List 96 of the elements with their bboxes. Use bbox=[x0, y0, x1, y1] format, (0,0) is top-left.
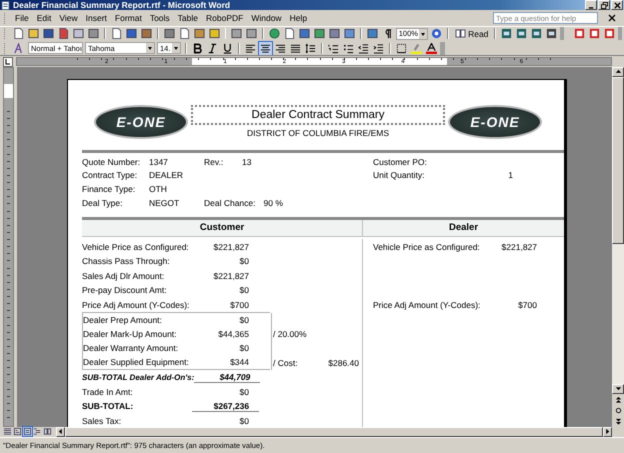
row-value: $221,827 bbox=[212, 270, 249, 281]
vertical-scrollbar[interactable] bbox=[612, 66, 624, 427]
align-center-icon[interactable] bbox=[259, 42, 272, 55]
row-value: $0 bbox=[238, 342, 250, 356]
field-label: Finance Type: bbox=[82, 184, 136, 194]
field-label: Rev.: bbox=[204, 156, 224, 167]
font-color-icon[interactable] bbox=[425, 42, 438, 55]
row-value: $44,365 bbox=[217, 328, 250, 341]
reading-view-icon[interactable] bbox=[43, 427, 52, 436]
menu-item[interactable]: Table bbox=[174, 13, 202, 24]
increase-indent-icon[interactable] bbox=[372, 42, 385, 55]
caret-icon bbox=[419, 28, 428, 39]
row-value: $0 bbox=[238, 256, 249, 266]
document-subtitle: DISTRICT OF COLUMBIA FIRE/EMS bbox=[247, 128, 389, 138]
menu-item[interactable]: Help bbox=[286, 13, 312, 24]
outline-view-icon[interactable] bbox=[33, 427, 42, 436]
close-button[interactable] bbox=[611, 0, 623, 10]
field-label: Customer PO: bbox=[373, 156, 427, 167]
row-value: $0 bbox=[238, 416, 249, 426]
row-note: / Cost: bbox=[273, 358, 298, 368]
field-label: Deal Type: bbox=[82, 198, 124, 208]
select-browse-object-icon[interactable] bbox=[614, 406, 622, 414]
row-value: $221,827 bbox=[502, 242, 537, 252]
caret-icon bbox=[172, 43, 180, 54]
web-view-icon[interactable] bbox=[13, 427, 22, 436]
logo: E-ONE bbox=[94, 104, 188, 139]
field-value: 13 bbox=[242, 156, 252, 167]
field-label: Contract Type: bbox=[82, 170, 138, 180]
row-value: $267,236 bbox=[192, 400, 260, 412]
row-label: Vehicle Price as Configured: bbox=[373, 242, 480, 252]
field-label: Quote Number: bbox=[82, 156, 142, 167]
horizontal-scrollbar[interactable] bbox=[56, 426, 612, 437]
caret-icon bbox=[146, 43, 154, 54]
restore-button[interactable] bbox=[598, 0, 610, 10]
row-value: $700 bbox=[229, 300, 249, 310]
read-button[interactable]: Read bbox=[453, 28, 490, 39]
menu-item[interactable]: RoboPDF bbox=[202, 13, 248, 24]
line-spacing-icon[interactable] bbox=[304, 42, 317, 55]
document-title: Dealer Contract Summary bbox=[191, 105, 445, 126]
menu-item[interactable]: Window bbox=[247, 13, 286, 24]
row-label: SUB-TOTAL Dealer Add-On's: bbox=[82, 372, 194, 382]
row-label: Chassis Pass Through: bbox=[82, 256, 171, 266]
row-label: Pre-pay Discount Amt: bbox=[82, 285, 168, 296]
row-label: SUB-TOTAL: bbox=[82, 401, 134, 412]
menu-item[interactable]: Edit bbox=[32, 13, 56, 24]
border-icon[interactable] bbox=[395, 42, 408, 55]
field-value: 90 % bbox=[264, 198, 283, 208]
row-value: $700 bbox=[518, 300, 537, 310]
previous-page-icon[interactable] bbox=[614, 396, 622, 403]
column-header: Customer bbox=[82, 220, 363, 236]
row-value: $286.40 bbox=[328, 358, 359, 368]
row-label: Sales Tax: bbox=[82, 416, 122, 426]
menu-item[interactable]: Tools bbox=[146, 13, 174, 24]
document-icon[interactable] bbox=[283, 27, 296, 40]
menu-item[interactable]: View bbox=[55, 13, 82, 24]
logo: E-ONE bbox=[448, 104, 542, 139]
row-label: Trade In Amt: bbox=[82, 386, 134, 397]
row-label: Sales Adj Dlr Amount: bbox=[82, 270, 166, 281]
italic-icon[interactable] bbox=[206, 42, 219, 55]
bold-icon[interactable] bbox=[191, 42, 204, 55]
row-value: $44,709 bbox=[194, 372, 260, 383]
window-title: Dealer Financial Summary Report.rtf - Microsoft Word bbox=[13, 0, 230, 10]
scroll-up-icon[interactable] bbox=[614, 68, 622, 76]
row-note: / 20.00% bbox=[273, 328, 307, 339]
help-icon[interactable] bbox=[430, 27, 444, 40]
row-value: $0 bbox=[238, 285, 249, 296]
new-document-icon[interactable] bbox=[12, 27, 26, 40]
scroll-down-icon[interactable] bbox=[614, 385, 622, 392]
field-label: Unit Quantity: bbox=[373, 170, 424, 180]
underline-icon[interactable] bbox=[221, 42, 234, 55]
row-value: $344 bbox=[202, 355, 270, 370]
field-value: NEGOT bbox=[149, 198, 180, 208]
print-view-icon[interactable] bbox=[23, 427, 32, 436]
menu-item[interactable]: File bbox=[11, 13, 33, 24]
column-header: Dealer bbox=[448, 221, 480, 236]
field-value: OTH bbox=[149, 184, 168, 194]
row-label: Price Adj Amount (Y-Codes): bbox=[82, 300, 190, 310]
field-value: 1347 bbox=[149, 156, 169, 167]
row-label: Vehicle Price as Configured: bbox=[82, 242, 190, 252]
normal-view-icon[interactable] bbox=[3, 427, 12, 436]
row-value: $221,827 bbox=[212, 242, 249, 252]
decrease-indent-icon[interactable] bbox=[357, 42, 370, 55]
row-value: $0 bbox=[238, 386, 249, 397]
minimize-button[interactable] bbox=[585, 0, 597, 10]
field-label: Deal Chance: bbox=[204, 198, 256, 208]
menu-item[interactable]: Format bbox=[110, 13, 146, 24]
field-value: 1 bbox=[508, 170, 513, 180]
close-icon[interactable] bbox=[608, 14, 616, 22]
menu-item[interactable]: Insert bbox=[82, 13, 111, 24]
tab-selector-icon[interactable] bbox=[3, 56, 13, 66]
document-icon bbox=[1, 0, 10, 10]
close-icon bbox=[614, 2, 620, 9]
row-label: Price Adj Amount (Y-Codes): bbox=[373, 300, 480, 310]
next-page-icon[interactable] bbox=[614, 418, 622, 425]
row-label: Dealer Supplied Equipment: bbox=[82, 355, 202, 370]
field-value: DEALER bbox=[149, 170, 184, 180]
